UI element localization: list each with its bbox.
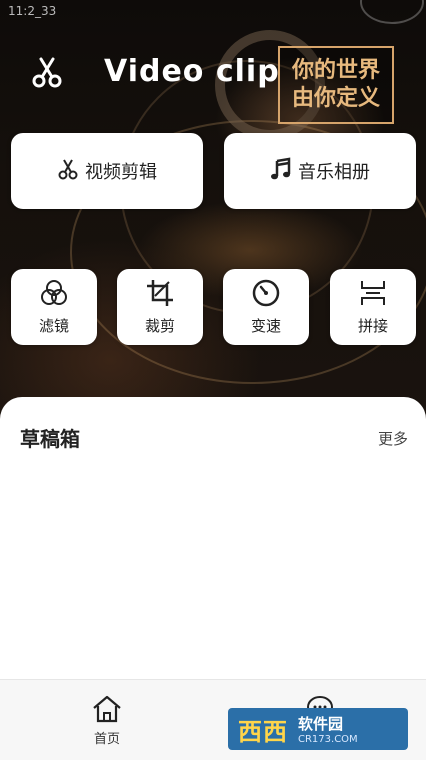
crop-button[interactable]: 裁剪 [117,269,203,345]
crop-icon [145,278,175,315]
home-icon [91,694,123,728]
speed-label: 变速 [250,317,281,335]
splice-label: 拼接 [357,317,388,335]
music-note-icon [270,157,298,186]
decor-ring [360,0,424,24]
drafts-title: 草稿箱 [20,427,80,451]
watermark-text-group: 软件园 CR173.COM [298,713,358,745]
tab-home-label: 首页 [93,732,120,747]
speed-gauge-icon [251,278,281,315]
slogan-line-2: 由你定义 [291,86,380,111]
slogan-badge: 你的世界 由你定义 [278,46,394,124]
app-header: Video clip 你的世界 由你定义 [0,40,426,124]
speed-button[interactable]: 变速 [223,269,309,345]
slogan-line-1: 你的世界 [291,58,380,83]
splice-button[interactable]: 拼接 [330,269,416,345]
site-watermark: 西西 软件园 CR173.COM [228,708,408,750]
watermark-brand: 西西 [238,717,288,746]
music-album-button[interactable]: 音乐相册 [224,133,416,209]
video-edit-label: 视频剪辑 [85,162,157,183]
filter-label: 滤镜 [38,317,69,335]
video-edit-button[interactable]: 视频剪辑 [11,133,203,209]
crop-label: 裁剪 [144,317,175,335]
watermark-url: CR173.COM [298,734,358,745]
filter-circles-icon [39,278,69,315]
drafts-more-link[interactable]: 更多 [378,428,408,449]
scissors-icon [57,158,85,185]
scissors-logo-icon [30,56,62,88]
status-bar-time: 11:2_33 [8,4,57,18]
app-title: Video clip [104,54,280,89]
filter-button[interactable]: 滤镜 [11,269,97,345]
watermark-text: 软件园 [298,715,344,733]
splice-icon [358,278,388,315]
tab-home[interactable]: 首页 [67,694,147,747]
drafts-panel: 草稿箱 更多 [0,397,426,679]
music-album-label: 音乐相册 [298,162,370,183]
